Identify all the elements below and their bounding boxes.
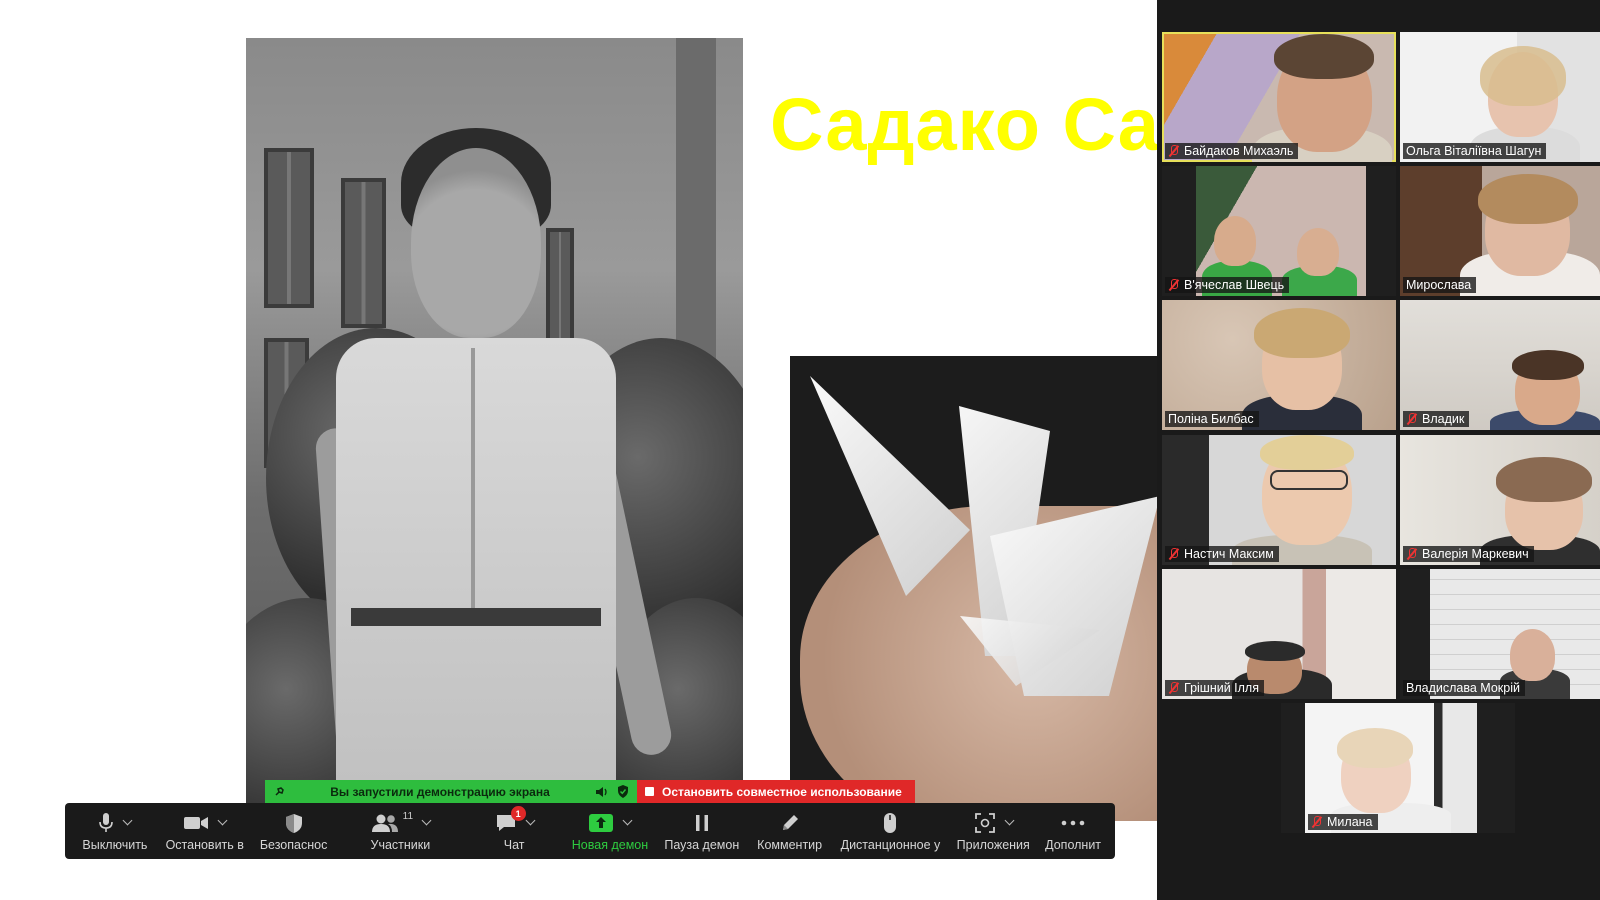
chevron-down-icon[interactable] [1004,815,1015,826]
security-label: Безопаснос [259,838,328,852]
shared-slide: Садако Сас [0,0,1157,900]
chat-label: Чат [503,838,525,852]
participant-name-label: В'ячеслав Швець [1165,277,1290,293]
chevron-down-icon[interactable] [525,815,536,826]
muted-mic-icon [1168,548,1180,560]
participant-tile[interactable]: В'ячеслав Швець [1162,166,1396,296]
apps-label: Приложения [956,838,1030,852]
new-share-label: Новая демон [571,838,649,852]
pause-share-button[interactable]: Пауза демон [656,803,748,859]
muted-mic-icon [1168,682,1180,694]
chevron-down-icon[interactable] [217,815,228,826]
pencil-icon [782,815,798,830]
participant-name-label: Владислава Мокрій [1403,680,1525,696]
mute-button[interactable]: Выключить [71,803,159,859]
more-button[interactable]: Дополнит [1037,803,1109,859]
mouse-icon [884,813,897,833]
chat-unread-badge: 1 [510,806,526,821]
meeting-toolbar: Выключить Остановить в Безопаснос 11 Уча… [65,803,1115,859]
video-button[interactable]: Остановить в [159,803,251,859]
participant-tile[interactable]: Поліна Билбас [1162,300,1396,430]
chevron-down-icon[interactable] [421,815,432,826]
muted-mic-icon [1168,279,1180,291]
annotate-button[interactable]: Комментир [748,803,832,859]
muted-mic-icon [1311,816,1323,828]
participant-tile[interactable]: Валерія Маркевич [1400,435,1600,565]
muted-mic-icon [1406,548,1418,560]
participant-name-label: Милана [1308,814,1378,830]
participant-name-label: Грішний Ілля [1165,680,1264,696]
sadako-photo [246,38,743,808]
participants-label: Участники [370,838,431,852]
stop-share-button[interactable]: Остановить совместное использование [637,780,915,803]
pin-icon [275,786,284,796]
remote-control-button[interactable]: Дистанционное у [832,803,950,859]
annotate-label: Комментир [757,838,823,852]
mute-label: Выключить [82,838,148,852]
participant-name-label: Настич Максим [1165,546,1279,562]
security-button[interactable]: Безопаснос [251,803,337,859]
stop-icon [645,787,654,796]
participant-tile[interactable]: Владик [1400,300,1600,430]
participant-name-label: Владик [1403,411,1470,427]
participants-count: 11 [402,810,414,822]
more-dots-icon [1061,820,1085,826]
stop-share-label: Остановить совместное использование [662,784,902,799]
participant-name-label: Мирослава [1403,277,1477,293]
share-status-bar[interactable]: Вы запустили демонстрацию экрана [265,780,637,803]
participant-tile[interactable]: Мирослава [1400,166,1600,296]
participant-name-label: Валерія Маркевич [1403,546,1534,562]
new-share-button[interactable]: Новая демон [564,803,656,859]
chat-button[interactable]: 1 Чат [464,803,564,859]
shield-check-icon[interactable] [617,785,629,798]
more-label: Дополнит [1045,838,1102,852]
muted-mic-icon [1168,145,1180,157]
participant-name-label: Байдаков Михаэль [1165,143,1299,159]
share-banner: Вы запустили демонстрацию экрана Останов… [265,780,915,803]
chevron-down-icon[interactable] [122,815,133,826]
participants-button[interactable]: 11 Участники [337,803,465,859]
zoom-window: Садако Сас [0,0,1600,900]
remote-control-label: Дистанционное у [840,838,941,852]
apps-icon [974,813,995,833]
video-camera-icon [184,817,209,829]
participant-tile[interactable]: Настич Максим [1162,435,1396,565]
participant-name-label: Поліна Билбас [1165,411,1259,427]
participant-tile[interactable]: Владислава Мокрій [1400,569,1600,699]
share-status-text: Вы запустили демонстрацию экрана [330,784,550,799]
microphone-icon [99,813,114,832]
shield-icon [285,813,302,833]
participant-tile[interactable]: Байдаков Михаэль [1162,32,1396,162]
chevron-down-icon[interactable] [623,815,633,826]
participant-gallery: Байдаков Михаэль Ольга Віталіївна Шагун … [1157,0,1600,900]
participants-icon [371,814,398,832]
video-label: Остановить в [165,838,244,852]
participant-tile[interactable]: Ольга Віталіївна Шагун [1400,32,1600,162]
pause-share-label: Пауза демон [664,838,740,852]
paper-crane-photo [790,356,1157,821]
participant-tile[interactable]: Грішний Ілля [1162,569,1396,699]
slide-title: Садако Сас [770,83,1157,166]
share-screen-icon [589,814,614,832]
speaker-icon[interactable] [595,786,609,798]
participant-name-label: Ольга Віталіївна Шагун [1403,143,1547,159]
participant-tile[interactable]: Милана [1281,703,1515,833]
pause-icon [695,815,708,831]
muted-mic-icon [1406,413,1418,425]
apps-button[interactable]: Приложения [949,803,1037,859]
